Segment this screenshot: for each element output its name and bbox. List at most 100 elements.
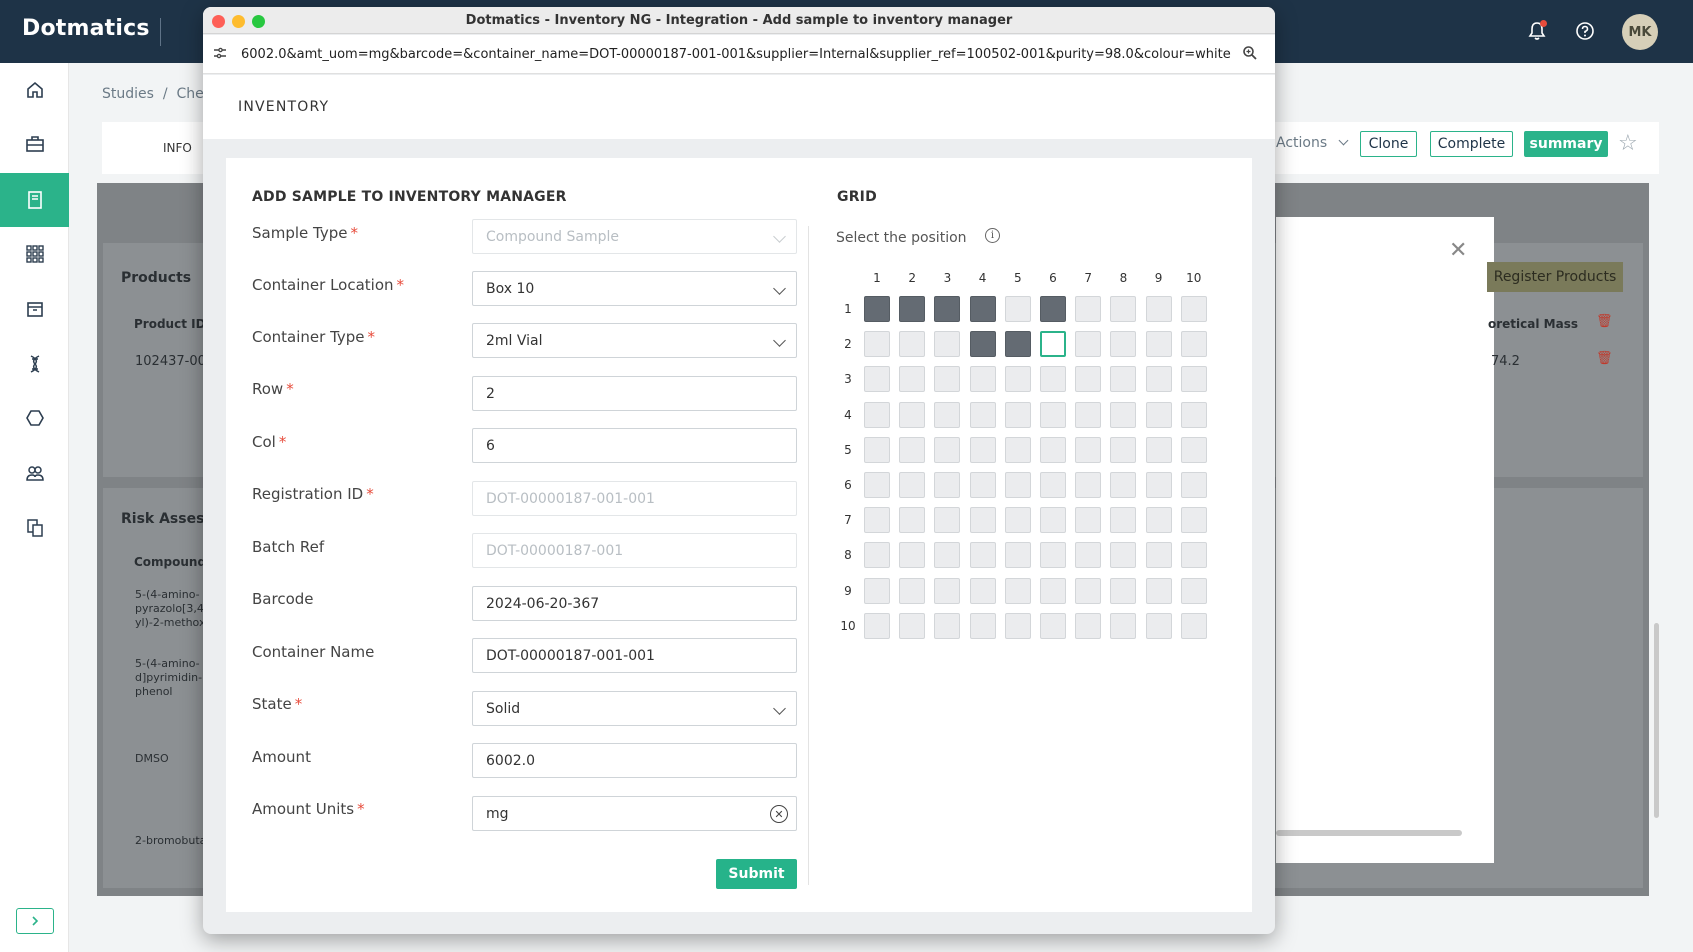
clone-button[interactable]: Clone: [1360, 131, 1417, 157]
barcode-input[interactable]: 2024-06-20-367: [472, 586, 797, 621]
grid-cell[interactable]: [1145, 542, 1172, 569]
grid-cell[interactable]: [899, 507, 926, 534]
grid-cell[interactable]: [899, 612, 926, 639]
sidebar-item-home[interactable]: [0, 63, 69, 117]
grid-cell[interactable]: [934, 401, 961, 428]
grid-cell[interactable]: [969, 542, 996, 569]
grid-cell[interactable]: [1110, 507, 1137, 534]
registration-id-input[interactable]: DOT-00000187-001-001: [472, 481, 797, 516]
grid-cell[interactable]: [1004, 612, 1031, 639]
grid-cell[interactable]: [1180, 542, 1207, 569]
sidebar-expand-button[interactable]: [16, 908, 54, 934]
grid-cell[interactable]: [1110, 401, 1137, 428]
grid-cell[interactable]: [1145, 366, 1172, 393]
sample-type-select[interactable]: Compound Sample: [472, 219, 797, 254]
grid-cell[interactable]: [864, 436, 890, 463]
grid-cell[interactable]: [864, 296, 890, 322]
complete-button[interactable]: Complete: [1430, 131, 1513, 157]
grid-cell[interactable]: [1075, 612, 1102, 639]
grid-cell[interactable]: [1180, 472, 1207, 498]
sidebar-item-reports[interactable]: [0, 501, 69, 555]
grid-cell[interactable]: [1075, 436, 1102, 463]
info-icon[interactable]: i: [985, 228, 1000, 243]
grid-cell[interactable]: [864, 542, 890, 569]
grid-cell[interactable]: [969, 507, 996, 534]
grid-cell[interactable]: [1075, 366, 1102, 393]
grid-cell[interactable]: [1180, 507, 1207, 534]
grid-cell[interactable]: [1145, 401, 1172, 428]
grid-cell[interactable]: [969, 472, 996, 498]
grid-cell[interactable]: [1040, 401, 1066, 428]
grid-cell[interactable]: [1004, 436, 1031, 463]
grid-cell[interactable]: [899, 366, 926, 393]
trash-icon[interactable]: 🗑: [1596, 314, 1613, 329]
grid-cell[interactable]: [1004, 507, 1031, 534]
grid-cell[interactable]: [1040, 366, 1066, 393]
grid-cell[interactable]: [1004, 472, 1031, 498]
amount-units-select[interactable]: mg ✕: [472, 796, 797, 831]
col-input[interactable]: 6: [472, 428, 797, 463]
grid-cell[interactable]: [899, 401, 926, 428]
grid-cell[interactable]: [969, 612, 996, 639]
grid-cell[interactable]: [899, 542, 926, 569]
grid-cell[interactable]: [1075, 296, 1102, 322]
grid-cell[interactable]: [1110, 436, 1137, 463]
container-location-select[interactable]: Box 10: [472, 271, 797, 306]
grid-cell[interactable]: [1180, 612, 1207, 639]
container-name-input[interactable]: DOT-00000187-001-001: [472, 638, 797, 673]
grid-cell[interactable]: [1075, 577, 1102, 604]
grid-cell[interactable]: [934, 331, 961, 358]
window-titlebar[interactable]: Dotmatics - Inventory NG - Integration -…: [203, 7, 1275, 34]
grid-cell[interactable]: [1145, 612, 1172, 639]
grid-cell[interactable]: [934, 507, 961, 534]
grid-cell[interactable]: [1180, 296, 1207, 322]
sidebar-item-biology[interactable]: [0, 337, 69, 391]
grid-cell[interactable]: [1004, 542, 1031, 569]
grid-cell[interactable]: [1075, 331, 1102, 358]
grid-cell[interactable]: [1180, 366, 1207, 393]
sidebar-item-notebook[interactable]: [0, 173, 69, 227]
trash-icon[interactable]: 🗑: [1596, 351, 1613, 366]
grid-cell[interactable]: [899, 296, 926, 322]
help-icon[interactable]: [1572, 18, 1598, 44]
close-icon[interactable]: ✕: [1449, 238, 1467, 263]
grid-cell[interactable]: [1145, 296, 1172, 322]
address-bar[interactable]: 6002.0&amt_uom=mg&barcode=&container_nam…: [203, 35, 1275, 74]
grid-cell[interactable]: [1145, 577, 1172, 604]
batch-ref-input[interactable]: DOT-00000187-001: [472, 533, 797, 568]
grid-cell[interactable]: [1180, 331, 1207, 358]
grid-cell[interactable]: [899, 436, 926, 463]
url-text[interactable]: 6002.0&amt_uom=mg&barcode=&container_nam…: [241, 47, 1233, 62]
vertical-scrollbar[interactable]: [1654, 623, 1659, 818]
grid-cell[interactable]: [1004, 296, 1031, 322]
favorite-star-icon[interactable]: ☆: [1618, 131, 1638, 156]
grid-cell[interactable]: [899, 472, 926, 498]
grid-cell[interactable]: [934, 366, 961, 393]
amount-input[interactable]: 6002.0: [472, 743, 797, 778]
grid-cell[interactable]: [1040, 577, 1066, 604]
row-input[interactable]: 2: [472, 376, 797, 411]
grid-cell[interactable]: [1180, 401, 1207, 428]
grid-cell[interactable]: [864, 507, 890, 534]
grid-cell[interactable]: [1110, 472, 1137, 498]
summary-button[interactable]: summary: [1524, 131, 1608, 157]
container-type-select[interactable]: 2ml Vial: [472, 323, 797, 358]
grid-cell[interactable]: [864, 472, 890, 498]
grid-cell[interactable]: [1075, 542, 1102, 569]
grid-cell[interactable]: [899, 577, 926, 604]
brand-logo[interactable]: Dotmatics: [22, 16, 150, 41]
grid-cell[interactable]: [934, 612, 961, 639]
grid-cell[interactable]: [1004, 366, 1031, 393]
grid-cell[interactable]: [1145, 331, 1172, 358]
grid-cell[interactable]: [1075, 401, 1102, 428]
grid-cell[interactable]: [1145, 436, 1172, 463]
sidebar-item-apps[interactable]: [0, 227, 69, 281]
grid-cell[interactable]: [864, 331, 890, 358]
grid-cell[interactable]: [969, 577, 996, 604]
grid-cell[interactable]: [969, 331, 996, 358]
grid-cell[interactable]: [1004, 331, 1031, 358]
grid-cell[interactable]: [1110, 331, 1137, 358]
grid-cell[interactable]: [864, 577, 890, 604]
grid-cell[interactable]: [1004, 401, 1031, 428]
grid-cell[interactable]: [1145, 507, 1172, 534]
